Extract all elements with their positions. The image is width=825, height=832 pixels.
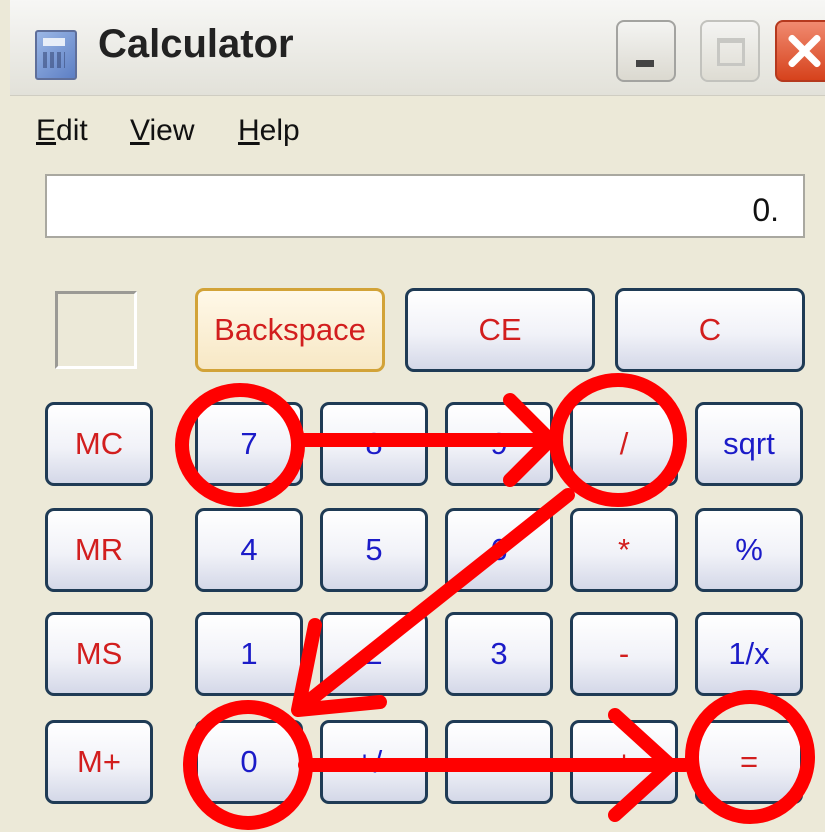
digit-6-button[interactable]: 6	[445, 508, 553, 592]
menu-bar: Edit View Help	[10, 96, 825, 158]
percent-button[interactable]: %	[695, 508, 803, 592]
mc-button[interactable]: MC	[45, 402, 153, 486]
decimal-point-button[interactable]: .	[445, 720, 553, 804]
calculator-window: Calculator Edit View Help 0. Backspace C…	[0, 0, 825, 832]
menu-edit[interactable]: Edit	[36, 114, 88, 148]
mr-button[interactable]: MR	[45, 508, 153, 592]
subtract-button[interactable]: -	[570, 612, 678, 696]
m-plus-button[interactable]: M+	[45, 720, 153, 804]
display-value: 0.	[752, 192, 779, 228]
digit-8-button[interactable]: 8	[320, 402, 428, 486]
sqrt-button[interactable]: sqrt	[695, 402, 803, 486]
c-button[interactable]: C	[615, 288, 805, 372]
divide-button[interactable]: /	[570, 402, 678, 486]
minimize-button[interactable]	[616, 20, 676, 82]
maximize-button[interactable]	[700, 20, 760, 82]
window-title: Calculator	[98, 22, 294, 66]
digit-3-button[interactable]: 3	[445, 612, 553, 696]
backspace-button[interactable]: Backspace	[195, 288, 385, 372]
close-button[interactable]	[775, 20, 825, 82]
digit-7-button[interactable]: 7	[195, 402, 303, 486]
calculator-app-icon	[35, 30, 77, 80]
result-display: 0.	[45, 174, 805, 238]
memory-indicator	[55, 291, 137, 369]
digit-1-button[interactable]: 1	[195, 612, 303, 696]
equals-button[interactable]: =	[695, 720, 803, 804]
multiply-button[interactable]: *	[570, 508, 678, 592]
sign-toggle-button[interactable]: +/-	[320, 720, 428, 804]
reciprocal-button[interactable]: 1/x	[695, 612, 803, 696]
digit-5-button[interactable]: 5	[320, 508, 428, 592]
ms-button[interactable]: MS	[45, 612, 153, 696]
digit-0-button[interactable]: 0	[195, 720, 303, 804]
menu-help[interactable]: Help	[238, 114, 300, 148]
add-button[interactable]: +	[570, 720, 678, 804]
digit-4-button[interactable]: 4	[195, 508, 303, 592]
title-bar[interactable]: Calculator	[10, 0, 825, 96]
menu-view[interactable]: View	[130, 114, 194, 148]
digit-9-button[interactable]: 9	[445, 402, 553, 486]
digit-2-button[interactable]: 2	[320, 612, 428, 696]
ce-button[interactable]: CE	[405, 288, 595, 372]
